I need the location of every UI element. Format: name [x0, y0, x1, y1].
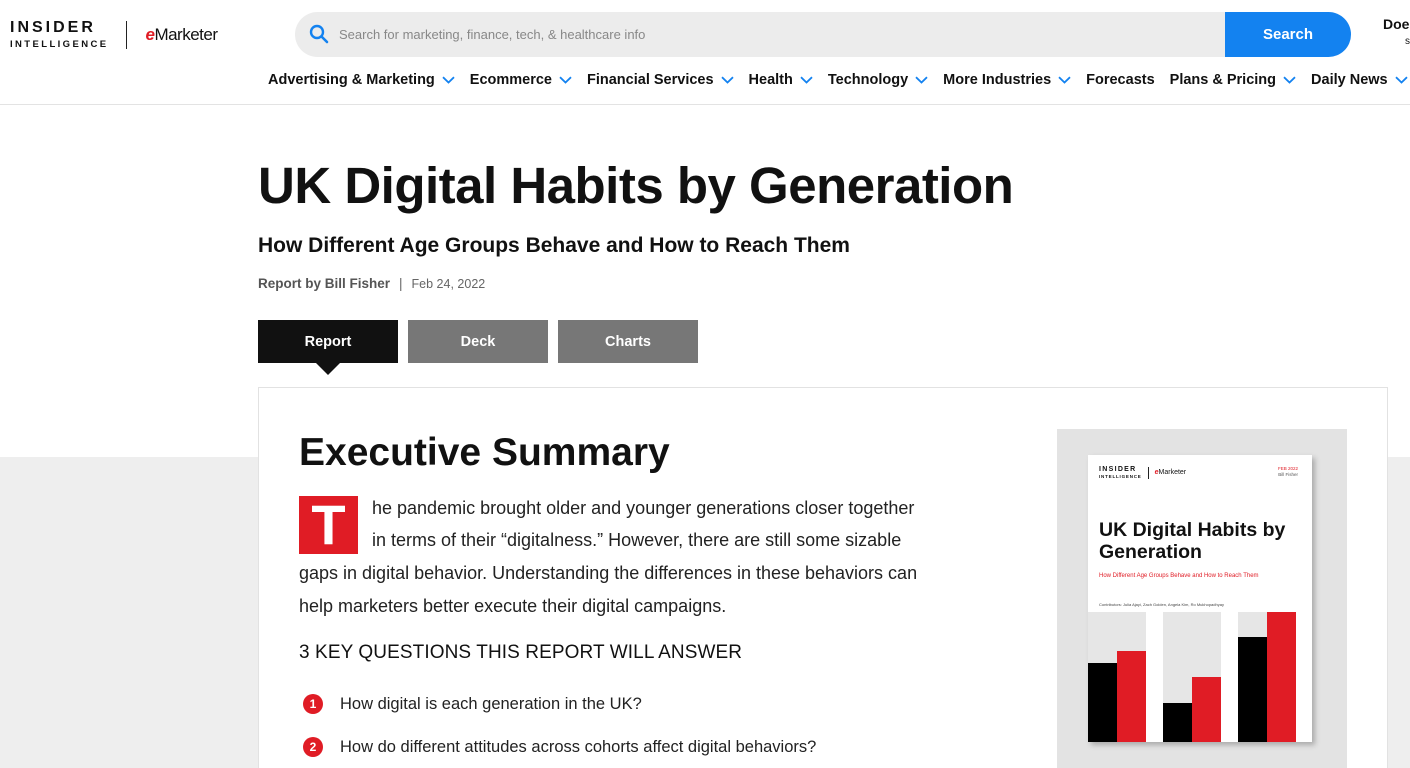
drop-cap: T [299, 496, 358, 554]
key-question-item: 1 How digital is each generation in the … [303, 694, 642, 714]
page-title: UK Digital Habits by Generation [258, 157, 1014, 214]
report-cover-image[interactable]: INSIDER INTELLIGENCE eMarketer FEB 2022 … [1088, 455, 1312, 742]
nav-item-forecasts[interactable]: Forecasts [1086, 72, 1155, 88]
nav-item-label: Technology [827, 72, 909, 88]
tab-deck[interactable]: Deck [408, 320, 548, 363]
site-logo[interactable]: INSIDER INTELLIGENCE eMarketer [10, 20, 218, 50]
nav-item-label: Advertising & Marketing [268, 72, 435, 88]
author-link[interactable]: Report by Bill Fisher [258, 276, 390, 291]
site-header: INSIDER INTELLIGENCE eMarketer Search Do… [0, 0, 1410, 105]
emarketer-logo-text: Marketer [154, 24, 218, 44]
chevron-down-icon [915, 76, 928, 84]
logo-line1: INSIDER [10, 19, 96, 36]
report-cover-panel: INSIDER INTELLIGENCE eMarketer FEB 2022 … [1057, 429, 1347, 768]
search-button[interactable]: Search [1225, 12, 1351, 57]
nav-item-label: Daily News [1311, 72, 1388, 88]
publish-date: Feb 24, 2022 [411, 276, 486, 291]
logo-divider [126, 20, 128, 49]
emarketer-logo: eMarketer [145, 24, 218, 45]
chevron-down-icon [1394, 76, 1408, 84]
cover-logo: INSIDER INTELLIGENCE eMarketer [1099, 466, 1186, 480]
account-menu-sublabel: s [1405, 36, 1410, 47]
cover-logo-line1: INSIDER [1099, 466, 1137, 473]
nav-item-health[interactable]: Health [749, 72, 813, 88]
nav-item-label: Plans & Pricing [1169, 72, 1277, 88]
report-tabs: Report Deck Charts [258, 320, 708, 375]
account-menu-label[interactable]: Doe [1383, 16, 1409, 32]
question-number-badge: 1 [303, 694, 323, 714]
summary-line-1: he pandemic brought older and younger ge… [372, 498, 915, 518]
summary-line-3: gaps in digital behavior. Understanding … [299, 563, 918, 583]
nav-item-advertising-marketing[interactable]: Advertising & Marketing [268, 72, 455, 88]
nav-item-daily-news[interactable]: Daily News [1311, 72, 1408, 88]
nav-item-label: Financial Services [587, 72, 714, 88]
nav-item-plans-pricing[interactable]: Plans & Pricing [1170, 72, 1296, 88]
nav-item-more-industries[interactable]: More Industries [943, 72, 1071, 88]
chevron-down-icon [559, 76, 572, 84]
nav-item-technology[interactable]: Technology [828, 72, 928, 88]
nav-item-label: Forecasts [1086, 72, 1155, 88]
nav-item-label: More Industries [943, 72, 1052, 88]
cover-logo-line2: INTELLIGENCE [1099, 474, 1142, 479]
chevron-down-icon [442, 76, 455, 84]
question-text: How do different attitudes across cohort… [340, 737, 817, 756]
chevron-down-icon [800, 76, 813, 84]
byline-separator: | [399, 276, 403, 291]
key-questions-heading: 3 KEY QUESTIONS THIS REPORT WILL ANSWER [299, 642, 743, 663]
search-input[interactable] [339, 12, 1219, 57]
cover-author: Bill Fisher [1278, 471, 1298, 477]
report-content-card: Executive Summary T he pandemic brought … [258, 387, 1388, 768]
byline: Report by Bill Fisher | Feb 24, 2022 [258, 276, 485, 291]
tab-report[interactable]: Report [258, 320, 398, 375]
main-nav: Advertising & Marketing Ecommerce Financia… [268, 69, 1410, 91]
logo-line2: INTELLIGENCE [10, 39, 109, 50]
summary-line-2: in terms of their “digitalness.” However… [372, 530, 902, 550]
search-icon [309, 24, 329, 44]
nav-item-label: Ecommerce [469, 72, 552, 88]
tab-charts[interactable]: Charts [558, 320, 698, 363]
chevron-down-icon [1058, 76, 1071, 84]
search-bar: Search [295, 12, 1351, 57]
executive-summary-heading: Executive Summary [299, 431, 670, 474]
cover-title: UK Digital Habits by Generation [1099, 519, 1286, 563]
question-text: How digital is each generation in the UK… [340, 694, 642, 713]
nav-item-financial-services[interactable]: Financial Services [587, 72, 734, 88]
page-subtitle: How Different Age Groups Behave and How … [258, 234, 850, 257]
cover-subtitle: How Different Age Groups Behave and How … [1099, 573, 1259, 579]
key-question-item: 2 How do different attitudes across coho… [303, 737, 816, 757]
chevron-down-icon [1283, 76, 1296, 84]
insider-intelligence-logo: INSIDER INTELLIGENCE [10, 20, 108, 50]
cover-date: FEB 2022 Bill Fisher [1278, 466, 1298, 478]
chevron-down-icon [720, 76, 734, 84]
question-number-badge: 2 [303, 737, 323, 757]
nav-item-label: Health [748, 72, 793, 88]
summary-line-4: help marketers better execute their digi… [299, 596, 727, 616]
cover-bar-graphic [1088, 612, 1296, 742]
cover-date-text: FEB 2022 [1277, 466, 1298, 471]
nav-item-ecommerce[interactable]: Ecommerce [470, 72, 572, 88]
cover-brand-text: Marketer [1158, 469, 1187, 477]
